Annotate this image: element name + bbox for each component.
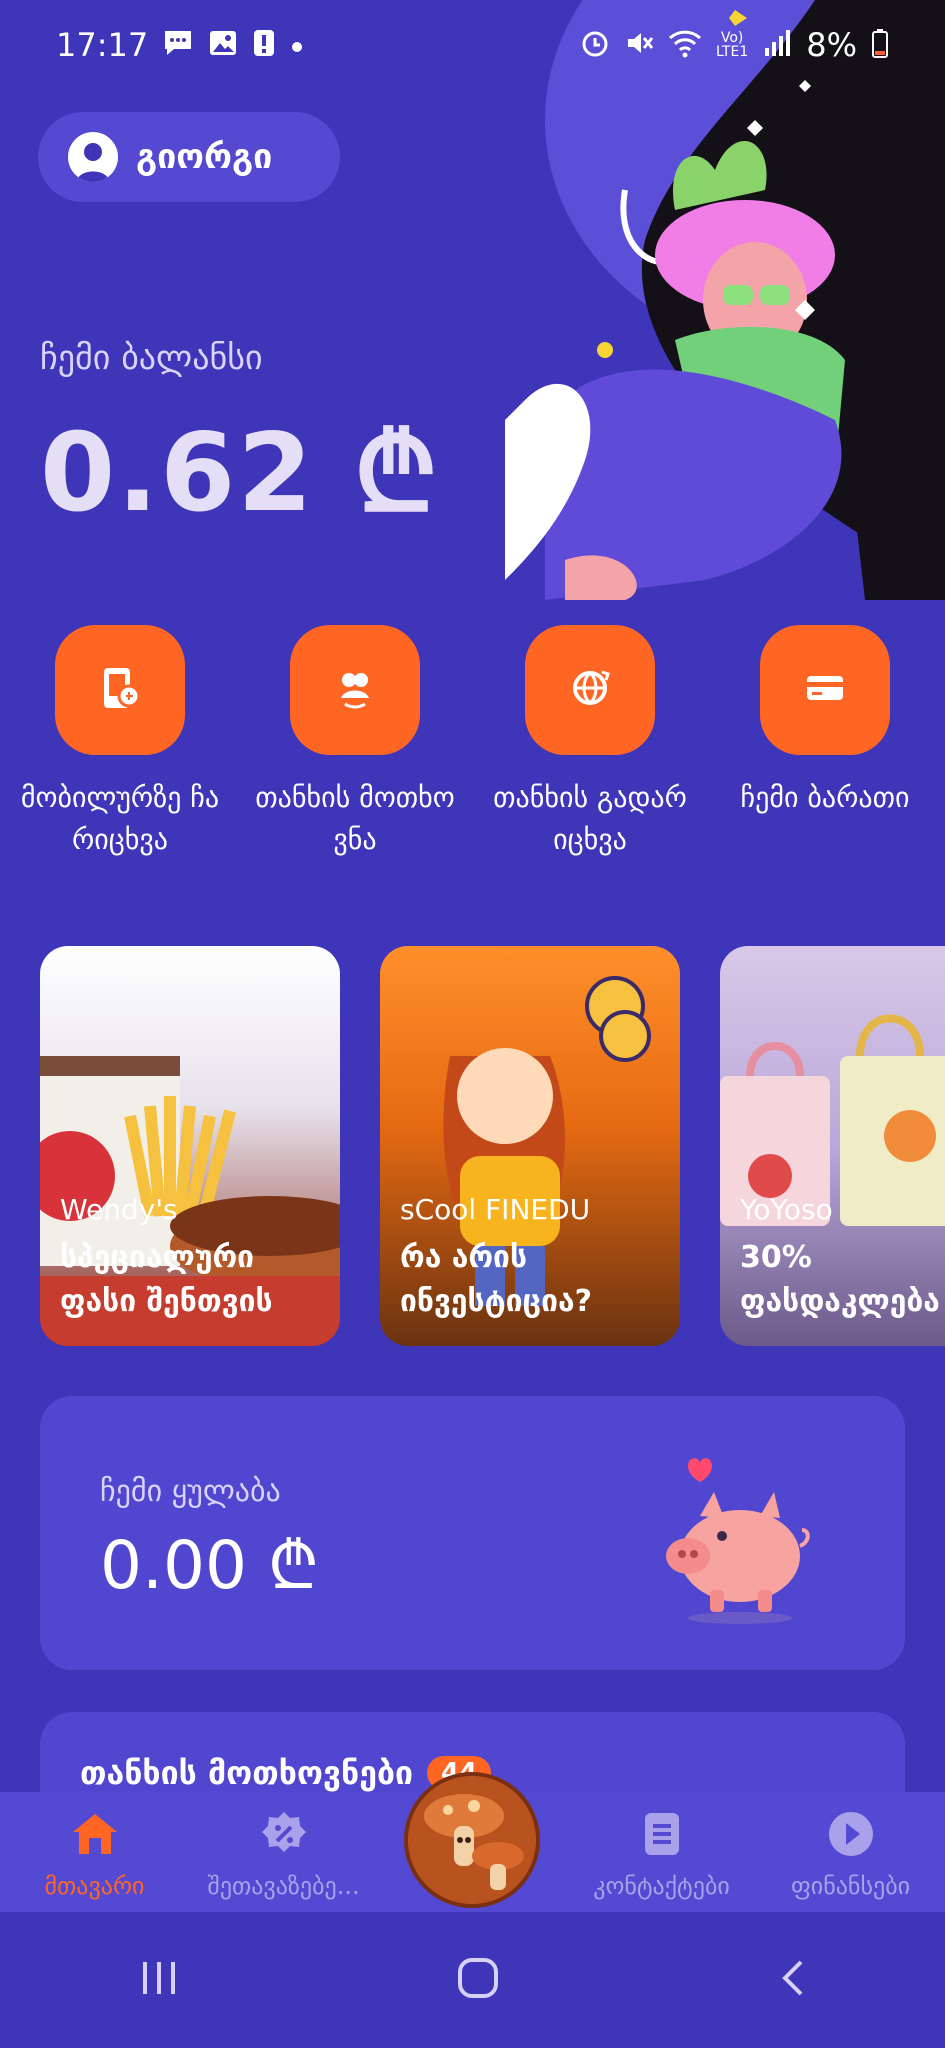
status-bar: 17:17 Vo) LTE1 8% [0,0,945,90]
discount-icon [258,1808,310,1860]
vo-label: Vo) [720,30,744,46]
finance-icon [825,1808,877,1860]
savings-value: 0.00 ₾ [100,1527,319,1604]
alarm-icon [580,28,610,63]
message-icon [162,28,194,63]
balance-value: 0.62 ₾ [40,411,440,536]
contacts-icon [636,1808,688,1860]
battery-percent: 8% [806,26,857,64]
savings-card[interactable]: ჩემი ყულაბა 0.00 ₾ [40,1396,905,1670]
promo-text: Wendy's სპეციალური ფასი შენთვის [60,1193,330,1324]
promo-title-line2: ფასი შენთვის [60,1284,273,1319]
promo-card-wendys[interactable]: Wendy's სპეციალური ფასი შენთვის [40,946,340,1346]
promo-title-line1: 30% [740,1240,812,1275]
savings-label: ჩემი ყულაბა [100,1474,281,1509]
back-icon[interactable] [777,1958,807,2002]
battery-low-icon [871,28,889,63]
wifi-icon [668,28,702,63]
nav-offers[interactable]: შეთავაზებე... [189,1792,378,1912]
action-request-money[interactable]: თანხის მოთხოვნა [255,625,455,861]
request-money-icon [331,664,379,716]
recent-apps-icon[interactable] [139,1960,179,2000]
nav-home[interactable]: მთავარი [0,1792,189,1912]
promo-title-line1: სპეციალური [60,1240,255,1275]
home-button-icon[interactable] [456,1956,500,2004]
promo-text: sCool FINEDU რა არის ინვესტიცია? [400,1193,670,1324]
system-navigation-bar [0,1912,945,2048]
balance-label: ჩემი ბალანსი [40,338,263,378]
dot-icon [290,31,304,59]
action-label: თანხის მოთხოვნა [255,781,455,856]
home-icon [69,1808,121,1860]
phone-topup-icon [96,664,144,716]
promo-card-yoyoso[interactable]: YoYoso 30% ფასდაკლება [720,946,945,1346]
promo-title-line1: რა არის [400,1240,528,1275]
quick-actions: მობილურზე ჩარიცხვა თანხის მოთხოვნა თანხი… [0,625,945,861]
lte-label: LTE1 [716,44,749,60]
action-label: თანხის გადარიცხვა [493,781,687,856]
status-time: 17:17 [56,26,149,64]
signal-icon [762,28,792,63]
promo-brand: YoYoso [740,1193,833,1226]
alert-icon [252,28,276,63]
hero-illustration [505,0,945,600]
nav-contacts[interactable]: კონტაქტები [567,1792,756,1912]
action-label: ჩემი ბარათი [740,781,910,814]
nav-label: ფინანსები [790,1872,911,1900]
nav-label: შეთავაზებე... [207,1872,360,1900]
action-transfer-money[interactable]: თანხის გადარიცხვა [490,625,690,861]
card-icon [801,664,849,716]
promo-card-scool[interactable]: sCool FINEDU რა არის ინვესტიცია? [380,946,680,1346]
promo-brand: Wendy's [60,1193,178,1226]
action-button[interactable] [290,625,420,755]
promo-title-line2: ფასდაკლება [740,1284,940,1319]
gallery-icon [208,28,238,63]
action-button[interactable] [760,625,890,755]
money-requests-title: თანხის მოთხოვნები [80,1754,413,1792]
mushroom-mascot-icon [408,1776,536,1904]
promo-carousel: Wendy's სპეციალური ფასი შენთვის sCool FI… [40,946,945,1346]
transfer-icon [566,664,614,716]
promo-title-line2: ინვესტიცია? [400,1284,593,1319]
action-my-card[interactable]: ჩემი ბარათი [725,625,925,861]
user-name: გიორგი [136,137,273,177]
action-label: მობილურზე ჩარიცხვა [20,781,220,856]
action-button[interactable] [525,625,655,755]
action-button[interactable] [55,625,185,755]
status-left: 17:17 [56,26,304,64]
action-mobile-topup[interactable]: მობილურზე ჩარიცხვა [20,625,220,861]
avatar-icon [68,132,118,182]
nav-label: მთავარი [44,1872,145,1900]
nav-label: კონტაქტები [593,1872,730,1900]
piggy-bank-icon [640,1446,820,1630]
mute-icon [624,28,654,63]
network-label: Vo) LTE1 [716,31,748,59]
promo-text: YoYoso 30% ფასდაკლება [740,1193,945,1324]
promo-brand: sCool FINEDU [400,1193,591,1226]
status-right: Vo) LTE1 8% [580,26,889,64]
user-profile-chip[interactable]: გიორგი [38,112,340,202]
mascot-fab-button[interactable] [404,1772,540,1908]
nav-finances[interactable]: ფინანსები [756,1792,945,1912]
